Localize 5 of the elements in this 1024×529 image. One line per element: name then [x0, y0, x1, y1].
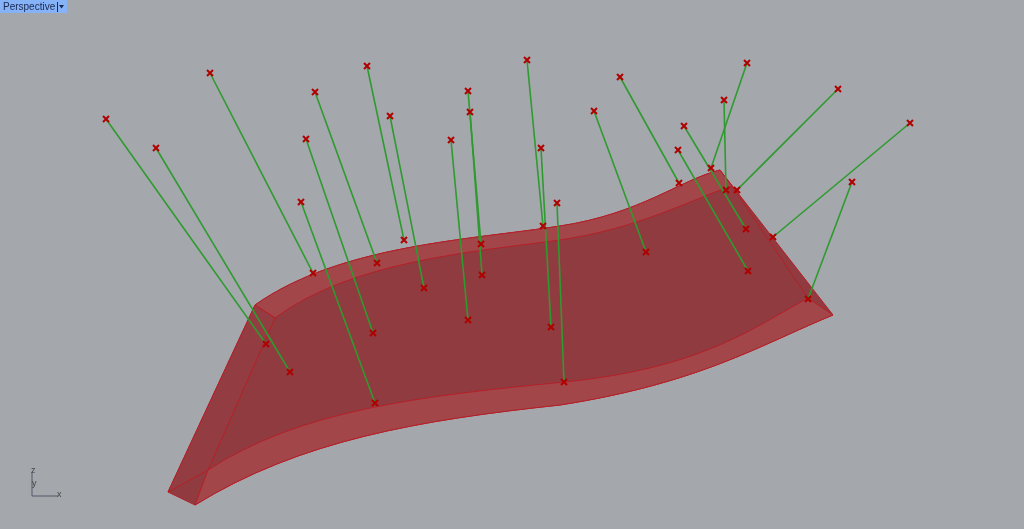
y-axis-label: y: [32, 479, 37, 488]
dropdown-icon[interactable]: [57, 1, 66, 12]
axis-icon: [30, 472, 58, 498]
x-axis-label: x: [57, 490, 62, 499]
z-axis-label: z: [31, 466, 36, 475]
